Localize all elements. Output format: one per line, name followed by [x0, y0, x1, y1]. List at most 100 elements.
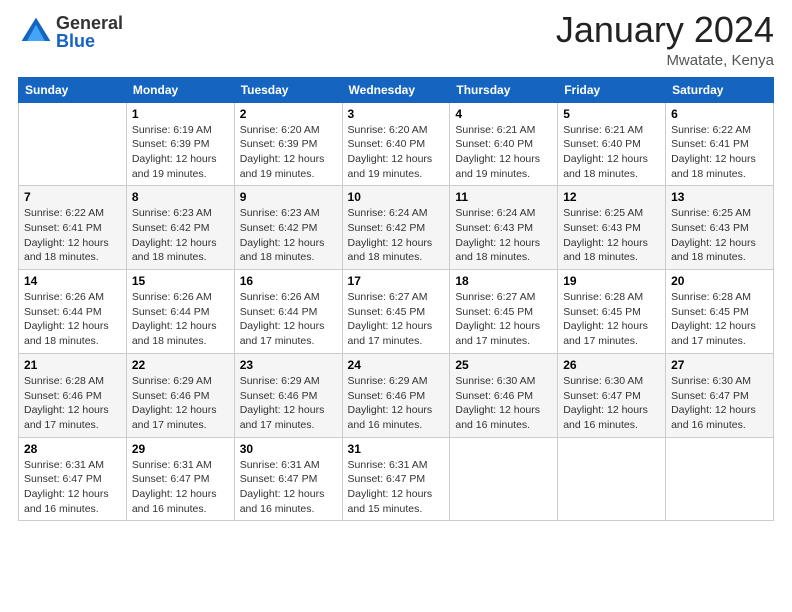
day-info: Sunrise: 6:27 AM Sunset: 6:45 PM Dayligh… [348, 290, 445, 349]
calendar-week-1: 1 Sunrise: 6:19 AM Sunset: 6:39 PM Daylig… [19, 102, 774, 186]
month-title: January 2024 [556, 10, 774, 50]
day-info: Sunrise: 6:29 AM Sunset: 6:46 PM Dayligh… [132, 374, 229, 433]
day-number: 20 [671, 274, 768, 288]
calendar-cell: 15 Sunrise: 6:26 AM Sunset: 6:44 PM Dayli… [126, 270, 234, 354]
calendar-cell: 23Sunrise: 6:29 AM Sunset: 6:46 PM Dayli… [234, 353, 342, 437]
calendar-header: Sunday Monday Tuesday Wednesday Thursday… [19, 77, 774, 102]
header: General Blue January 2024 Mwatate, Kenya [18, 10, 774, 69]
calendar-cell [558, 437, 666, 521]
day-info: Sunrise: 6:27 AM Sunset: 6:45 PM Dayligh… [455, 290, 552, 349]
calendar-cell: 9Sunrise: 6:23 AM Sunset: 6:42 PM Daylig… [234, 186, 342, 270]
calendar-week-5: 28 Sunrise: 6:31 AM Sunset: 6:47 PM Dayli… [19, 437, 774, 521]
col-monday: Monday [126, 77, 234, 102]
day-number: 26 [563, 358, 660, 372]
calendar-cell: 27 Sunrise: 6:30 AM Sunset: 6:47 PM Dayli… [666, 353, 774, 437]
calendar-cell: 24Sunrise: 6:29 AM Sunset: 6:46 PM Dayli… [342, 353, 450, 437]
calendar-cell: 30 Sunrise: 6:31 AM Sunset: 6:47 PM Dayli… [234, 437, 342, 521]
day-info: Sunrise: 6:23 AM Sunset: 6:42 PM Dayligh… [132, 206, 229, 265]
logo-blue-text: Blue [56, 32, 123, 50]
day-number: 13 [671, 190, 768, 204]
day-number: 1 [132, 107, 229, 121]
day-number: 3 [348, 107, 445, 121]
calendar-cell [450, 437, 558, 521]
calendar-cell: 16 Sunrise: 6:26 AM Sunset: 6:44 PM Dayli… [234, 270, 342, 354]
calendar-cell: 6 Sunrise: 6:22 AM Sunset: 6:41 PM Daylig… [666, 102, 774, 186]
calendar-cell [19, 102, 127, 186]
calendar-cell [666, 437, 774, 521]
day-info: Sunrise: 6:24 AM Sunset: 6:43 PM Dayligh… [455, 206, 552, 265]
logo-general-text: General [56, 14, 123, 32]
day-number: 30 [240, 442, 337, 456]
day-number: 16 [240, 274, 337, 288]
day-number: 29 [132, 442, 229, 456]
title-block: January 2024 Mwatate, Kenya [556, 10, 774, 69]
day-info: Sunrise: 6:26 AM Sunset: 6:44 PM Dayligh… [240, 290, 337, 349]
day-info: Sunrise: 6:21 AM Sunset: 6:40 PM Dayligh… [563, 123, 660, 182]
page: General Blue January 2024 Mwatate, Kenya… [0, 0, 792, 612]
day-number: 17 [348, 274, 445, 288]
calendar-body: 1 Sunrise: 6:19 AM Sunset: 6:39 PM Daylig… [19, 102, 774, 521]
calendar-cell: 28Sunrise: 6:31 AM Sunset: 6:47 PM Dayli… [19, 437, 127, 521]
calendar-week-2: 7 Sunrise: 6:22 AM Sunset: 6:41 PM Daylig… [19, 186, 774, 270]
day-number: 12 [563, 190, 660, 204]
calendar-cell: 14Sunrise: 6:26 AM Sunset: 6:44 PM Dayli… [19, 270, 127, 354]
calendar-cell: 7 Sunrise: 6:22 AM Sunset: 6:41 PM Daylig… [19, 186, 127, 270]
logo-text: General Blue [56, 14, 123, 50]
logo-icon [18, 14, 54, 50]
day-number: 31 [348, 442, 445, 456]
day-number: 15 [132, 274, 229, 288]
calendar-cell: 2 Sunrise: 6:20 AM Sunset: 6:39 PM Daylig… [234, 102, 342, 186]
calendar-table: Sunday Monday Tuesday Wednesday Thursday… [18, 77, 774, 522]
day-number: 6 [671, 107, 768, 121]
calendar-cell: 13Sunrise: 6:25 AM Sunset: 6:43 PM Dayli… [666, 186, 774, 270]
logo: General Blue [18, 14, 123, 50]
day-number: 11 [455, 190, 552, 204]
day-info: Sunrise: 6:25 AM Sunset: 6:43 PM Dayligh… [563, 206, 660, 265]
day-number: 14 [24, 274, 121, 288]
calendar-cell: 19 Sunrise: 6:28 AM Sunset: 6:45 PM Dayli… [558, 270, 666, 354]
col-thursday: Thursday [450, 77, 558, 102]
day-info: Sunrise: 6:20 AM Sunset: 6:40 PM Dayligh… [348, 123, 445, 182]
day-info: Sunrise: 6:28 AM Sunset: 6:45 PM Dayligh… [671, 290, 768, 349]
calendar-week-4: 21 Sunrise: 6:28 AM Sunset: 6:46 PM Dayli… [19, 353, 774, 437]
calendar-week-3: 14 Sunrise: 6:26 AM Sunset: 6:44 PM Dayli… [19, 270, 774, 354]
calendar-cell: 8 Sunrise: 6:23 AM Sunset: 6:42 PM Daylig… [126, 186, 234, 270]
day-info: Sunrise: 6:28 AM Sunset: 6:46 PM Dayligh… [24, 374, 121, 433]
day-info: Sunrise: 6:20 AM Sunset: 6:39 PM Dayligh… [240, 123, 337, 182]
calendar-cell: 1 Sunrise: 6:19 AM Sunset: 6:39 PM Daylig… [126, 102, 234, 186]
calendar-cell: 10Sunrise: 6:24 AM Sunset: 6:42 PM Dayli… [342, 186, 450, 270]
day-info: Sunrise: 6:22 AM Sunset: 6:41 PM Dayligh… [24, 206, 121, 265]
location-title: Mwatate, Kenya [556, 52, 774, 69]
calendar-cell: 5 Sunrise: 6:21 AM Sunset: 6:40 PM Daylig… [558, 102, 666, 186]
day-number: 25 [455, 358, 552, 372]
day-number: 5 [563, 107, 660, 121]
calendar-cell: 29Sunrise: 6:31 AM Sunset: 6:47 PM Dayli… [126, 437, 234, 521]
day-number: 10 [348, 190, 445, 204]
day-info: Sunrise: 6:31 AM Sunset: 6:47 PM Dayligh… [240, 458, 337, 517]
day-number: 21 [24, 358, 121, 372]
day-info: Sunrise: 6:22 AM Sunset: 6:41 PM Dayligh… [671, 123, 768, 182]
day-info: Sunrise: 6:26 AM Sunset: 6:44 PM Dayligh… [132, 290, 229, 349]
day-number: 2 [240, 107, 337, 121]
day-info: Sunrise: 6:21 AM Sunset: 6:40 PM Dayligh… [455, 123, 552, 182]
day-info: Sunrise: 6:19 AM Sunset: 6:39 PM Dayligh… [132, 123, 229, 182]
day-info: Sunrise: 6:30 AM Sunset: 6:47 PM Dayligh… [671, 374, 768, 433]
day-number: 19 [563, 274, 660, 288]
day-info: Sunrise: 6:30 AM Sunset: 6:46 PM Dayligh… [455, 374, 552, 433]
calendar-cell: 18 Sunrise: 6:27 AM Sunset: 6:45 PM Dayli… [450, 270, 558, 354]
day-number: 18 [455, 274, 552, 288]
day-info: Sunrise: 6:29 AM Sunset: 6:46 PM Dayligh… [348, 374, 445, 433]
calendar-cell: 26Sunrise: 6:30 AM Sunset: 6:47 PM Dayli… [558, 353, 666, 437]
day-number: 23 [240, 358, 337, 372]
calendar-cell: 31 Sunrise: 6:31 AM Sunset: 6:47 PM Dayli… [342, 437, 450, 521]
day-info: Sunrise: 6:31 AM Sunset: 6:47 PM Dayligh… [348, 458, 445, 517]
calendar-cell: 20 Sunrise: 6:28 AM Sunset: 6:45 PM Dayli… [666, 270, 774, 354]
day-info: Sunrise: 6:28 AM Sunset: 6:45 PM Dayligh… [563, 290, 660, 349]
day-number: 27 [671, 358, 768, 372]
day-number: 7 [24, 190, 121, 204]
day-number: 8 [132, 190, 229, 204]
calendar-cell: 12 Sunrise: 6:25 AM Sunset: 6:43 PM Dayli… [558, 186, 666, 270]
col-saturday: Saturday [666, 77, 774, 102]
day-number: 28 [24, 442, 121, 456]
col-tuesday: Tuesday [234, 77, 342, 102]
